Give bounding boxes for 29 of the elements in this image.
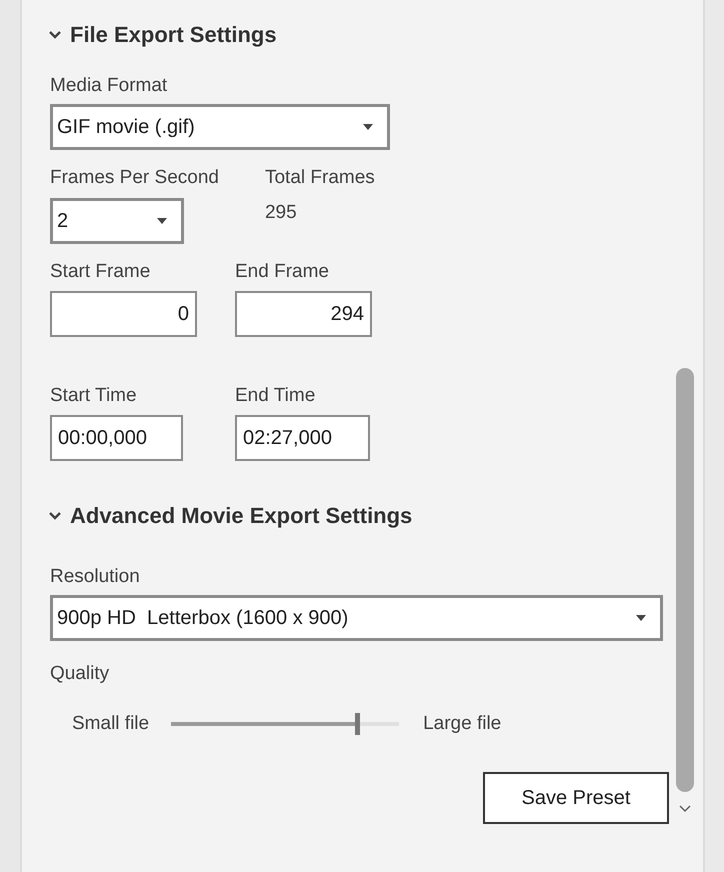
- section-heading: File Export Settings: [70, 21, 277, 49]
- field-label: Resolution: [50, 566, 140, 587]
- field-label: End Frame: [235, 260, 330, 284]
- dropdown-arrow-icon: [636, 615, 646, 621]
- input-field[interactable]: 0: [50, 291, 197, 337]
- dropdown[interactable]: 2: [50, 198, 184, 244]
- field-label: Start Time: [50, 384, 138, 408]
- slider-thumb[interactable]: [355, 713, 360, 735]
- field-label: Quality: [50, 663, 110, 684]
- field-label: Frames Per Second: [50, 166, 219, 190]
- section-heading: Advanced Movie Export Settings: [70, 502, 412, 530]
- scroll-down-icon[interactable]: [678, 804, 692, 814]
- dropdown[interactable]: 900p HD Letterbox (1600 x 900): [50, 595, 663, 641]
- dropdown-arrow-icon: [157, 218, 167, 224]
- field-label: End Time: [235, 384, 316, 408]
- input-field[interactable]: 02:27,000: [235, 415, 370, 461]
- dropdown[interactable]: GIF movie (.gif): [50, 104, 390, 150]
- dropdown-arrow-icon: [363, 124, 373, 130]
- slider[interactable]: [171, 713, 400, 735]
- save-preset-button[interactable]: Save Preset: [483, 772, 669, 824]
- field-label: Start Frame: [50, 260, 152, 284]
- field-label: Media Format: [50, 75, 168, 96]
- input-field[interactable]: 294: [235, 291, 372, 337]
- field-label: Large file: [423, 713, 502, 734]
- field-label: Small file: [72, 712, 150, 736]
- field-label: Total Frames: [264, 166, 375, 190]
- total-frames-value: 295: [264, 201, 298, 225]
- scrollbar-thumb[interactable]: [676, 368, 694, 792]
- input-field[interactable]: 00:00,000: [50, 415, 183, 461]
